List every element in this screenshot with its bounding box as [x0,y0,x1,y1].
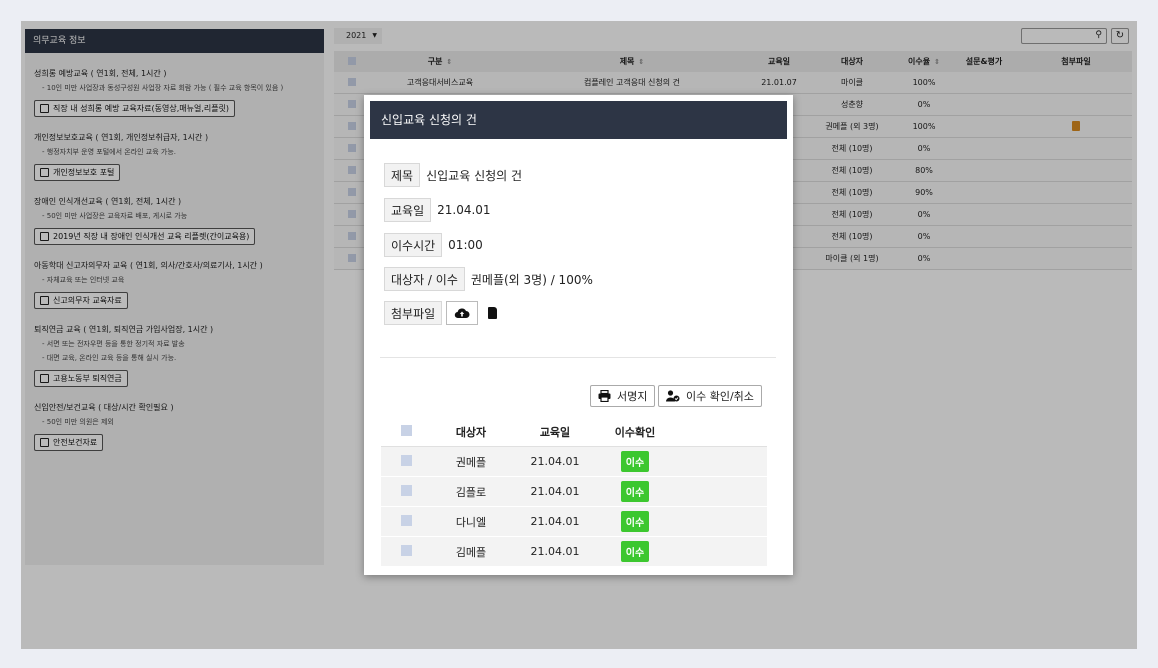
print-signature-button[interactable]: 서명지 [590,385,656,407]
col-completion: 이수확인 [599,417,671,447]
blank-cell [671,536,767,567]
col-blank [671,417,767,447]
blank-cell [671,446,767,477]
completion-badge: 이수 [620,511,650,532]
duration-value: 01:00 [448,238,483,252]
target-label: 대상자 / 이수 [384,267,465,291]
duration-field: 이수시간 01:00 [384,233,483,257]
attendee-name: 다니엘 [431,506,511,537]
subject-value: 신입교육 신청의 건 [426,168,523,183]
attendee-checkbox[interactable] [381,476,431,507]
attachment-label: 첨부파일 [384,301,443,325]
completion-cell: 이수 [599,476,671,507]
completion-cell: 이수 [599,446,671,477]
print-icon [598,390,611,402]
completion-cell: 이수 [599,506,671,537]
cloud-upload-icon [454,308,470,319]
subject-field: 제목 신입교육 신청의 건 [384,163,522,187]
sd-card-icon[interactable] [488,307,498,319]
modal-title: 신입교육 신청의 건 [370,101,787,139]
date-label: 교육일 [384,198,432,222]
attendee-checkbox[interactable] [381,506,431,537]
col-attendee-date: 교육일 [511,417,599,447]
attendee-name: 김플로 [431,476,511,507]
attendee-table-body: 권메플 21.04.01 이수 김플로 21.04.01 이수 다니엘 21.04.01 이수 김… [381,446,767,567]
col-attendee: 대상자 [431,417,511,447]
attendee-row[interactable]: 김메플 21.04.01 이수 [381,536,767,567]
attendee-row[interactable]: 다니엘 21.04.01 이수 [381,506,767,537]
completion-toggle-label: 이수 확인/취소 [686,390,754,403]
completion-badge: 이수 [620,481,650,502]
user-check-icon [666,390,680,402]
blank-cell [671,506,767,537]
section-divider [380,357,776,358]
attendee-name: 권메플 [431,446,511,477]
attendee-table: 대상자 교육일 이수확인 권메플 21.04.01 이수 김플로 21.04.01 이수 다… [381,417,767,567]
target-field: 대상자 / 이수 권메플(외 3명) / 100% [384,267,593,291]
attendee-date: 21.04.01 [511,536,599,567]
target-value: 권메플(외 3명) / 100% [470,272,593,287]
attendee-date: 21.04.01 [511,446,599,477]
app-window: 의무교육 정보 성희롱 예방교육 ( 연1회, 전체, 1시간 ) - 10인 미… [21,21,1137,649]
attendee-row[interactable]: 김플로 21.04.01 이수 [381,476,767,507]
completion-cell: 이수 [599,536,671,567]
attendee-checkbox[interactable] [381,446,431,477]
education-detail-modal: 신입교육 신청의 건 제목 신입교육 신청의 건 교육일 21.04.01 이수… [364,95,793,575]
completion-toggle-button[interactable]: 이수 확인/취소 [658,385,762,407]
upload-button[interactable] [446,301,479,325]
print-signature-label: 서명지 [617,390,648,403]
date-value: 21.04.01 [437,203,491,217]
subject-label: 제목 [384,163,421,187]
completion-badge: 이수 [620,541,650,562]
blank-cell [671,476,767,507]
attachment-field: 첨부파일 [384,301,498,325]
attendee-row[interactable]: 권메플 21.04.01 이수 [381,446,767,477]
attendee-date: 21.04.01 [511,506,599,537]
attendee-name: 김메플 [431,536,511,567]
duration-label: 이수시간 [384,233,443,257]
completion-badge: 이수 [620,451,650,472]
attendee-select-all-checkbox[interactable] [381,417,431,447]
attendee-date: 21.04.01 [511,476,599,507]
attendee-checkbox[interactable] [381,536,431,567]
date-field: 교육일 21.04.01 [384,198,491,222]
